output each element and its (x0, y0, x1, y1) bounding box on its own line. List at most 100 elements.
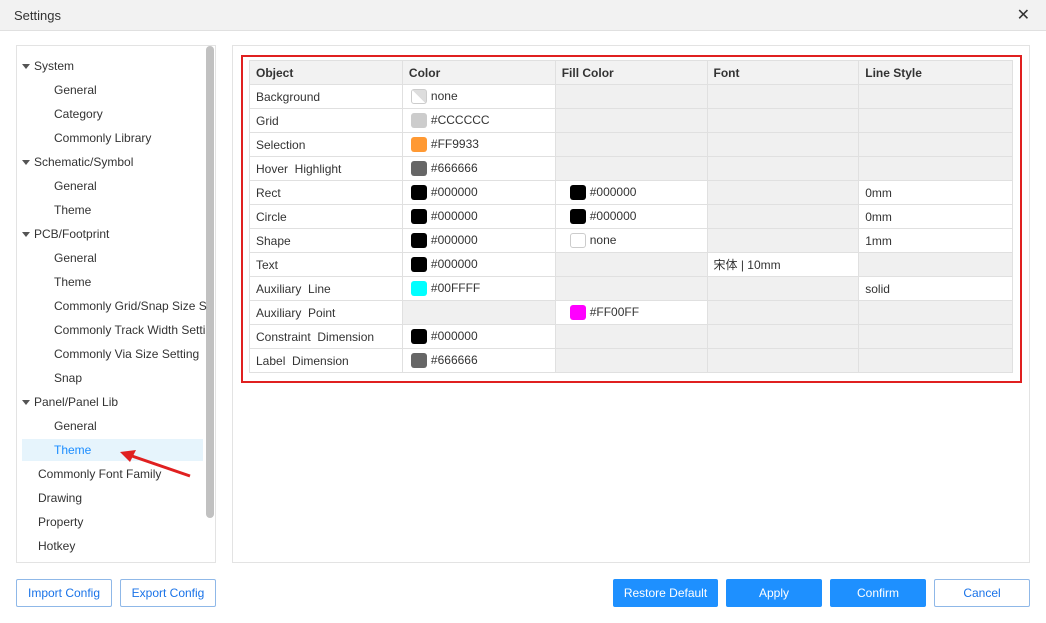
sidebar-item-label: Theme (54, 443, 92, 457)
font-cell (706, 300, 860, 325)
color-swatch[interactable] (410, 257, 427, 273)
font-cell (706, 180, 860, 205)
color-cell[interactable]: #FF9933 (401, 132, 556, 157)
caret-down-icon[interactable] (22, 400, 30, 406)
sidebar-item-commonly-via-size-setting[interactable]: Commonly Via Size Setting (22, 343, 199, 365)
table-row: Label Dimension #666666 (249, 348, 1013, 373)
color-swatch[interactable] (410, 329, 427, 345)
sidebar-item-drawing[interactable]: Drawing (22, 487, 82, 509)
caret-down-icon[interactable] (22, 232, 30, 238)
fill-cell (554, 132, 708, 157)
color-value: #000000 (430, 328, 478, 343)
fill-cell (554, 84, 708, 109)
table-row: Text #000000 宋体 | 10mm (249, 252, 1013, 277)
object-cell: Label Dimension (249, 348, 403, 373)
line-cell (858, 84, 1013, 109)
color-cell[interactable]: #666666 (401, 348, 556, 373)
color-swatch[interactable] (410, 89, 427, 105)
sidebar-item-label: Drawing (38, 491, 83, 505)
color-swatch[interactable] (569, 305, 586, 321)
object-cell: Circle (249, 204, 403, 229)
line-cell (858, 300, 1013, 325)
column-header: Object (249, 60, 403, 85)
color-cell[interactable]: #000000 (401, 180, 556, 205)
color-swatch[interactable] (569, 233, 586, 249)
sidebar-item-label: General (54, 83, 97, 97)
sidebar-item-pcb-footprint[interactable]: PCB/Footprint (22, 223, 109, 245)
fill-cell[interactable]: #000000 (554, 180, 708, 205)
sidebar-item-general[interactable]: General (22, 247, 97, 269)
color-swatch[interactable] (410, 137, 427, 153)
object-cell: Grid (249, 108, 403, 133)
sidebar-item-commonly-library[interactable]: Commonly Library (22, 127, 151, 149)
sidebar-item-general[interactable]: General (22, 415, 97, 437)
color-swatch[interactable] (410, 185, 427, 201)
color-swatch[interactable] (410, 353, 427, 369)
window-title: Settings (14, 8, 61, 23)
sidebar-item-system[interactable]: System (22, 55, 74, 77)
sidebar-item-label: Theme (54, 203, 92, 217)
line-cell[interactable]: 0mm (858, 204, 1013, 229)
sidebar-item-commonly-track-width-setti[interactable]: Commonly Track Width Setti (22, 319, 205, 341)
sidebar-item-label: System (34, 59, 75, 73)
sidebar-item-commonly-grid-snap-size-s[interactable]: Commonly Grid/Snap Size S (22, 295, 207, 317)
confirm-button[interactable]: Confirm (830, 579, 926, 607)
sidebar-item-label: Panel/Panel Lib (34, 395, 119, 409)
color-value: #000000 (430, 232, 478, 247)
fill-cell[interactable]: #FF00FF (554, 300, 708, 325)
sidebar-item-property[interactable]: Property (22, 511, 83, 533)
cancel-button[interactable]: Cancel (934, 579, 1030, 607)
color-swatch[interactable] (410, 281, 427, 297)
color-swatch[interactable] (410, 113, 427, 129)
sidebar-item-theme[interactable]: Theme (22, 271, 91, 293)
line-cell[interactable]: solid (858, 276, 1013, 301)
close-icon[interactable]: ✕ (1017, 5, 1030, 25)
line-value: 0mm (865, 209, 892, 224)
import-config-button[interactable]: Import Config (16, 579, 112, 607)
fill-cell[interactable]: #000000 (554, 204, 708, 229)
sidebar-item-general[interactable]: General (22, 79, 97, 101)
sidebar-item-snap[interactable]: Snap (22, 367, 82, 389)
caret-down-icon[interactable] (22, 160, 30, 166)
line-cell[interactable]: 1mm (858, 228, 1013, 253)
object-cell: Text (249, 252, 403, 277)
color-cell[interactable]: #CCCCCC (401, 108, 556, 133)
font-cell[interactable]: 宋体 | 10mm (706, 252, 860, 277)
font-cell (706, 156, 860, 181)
color-swatch[interactable] (410, 209, 427, 225)
color-cell[interactable]: #000000 (401, 252, 556, 277)
sidebar-item-label: PCB/Footprint (34, 227, 110, 241)
color-swatch[interactable] (410, 161, 427, 177)
apply-button[interactable]: Apply (726, 579, 822, 607)
line-cell[interactable]: 0mm (858, 180, 1013, 205)
sidebar-item-label: Hotkey (38, 539, 76, 553)
sidebar-scrollbar[interactable] (206, 46, 214, 518)
sidebar-item-hotkey[interactable]: Hotkey (22, 535, 75, 557)
color-swatch[interactable] (569, 185, 586, 201)
color-cell[interactable]: #00FFFF (401, 276, 556, 301)
table-row: Selection #FF9933 (249, 132, 1013, 157)
sidebar-item-label: Snap (54, 371, 83, 385)
fill-cell[interactable]: none (554, 228, 708, 253)
caret-down-icon[interactable] (22, 64, 30, 70)
color-value: #000000 (589, 208, 637, 223)
export-config-button[interactable]: Export Config (120, 579, 216, 607)
table-row: Auxiliary Line #00FFFF solid (249, 276, 1013, 301)
restore-default-button[interactable]: Restore Default (613, 579, 718, 607)
font-cell (706, 204, 860, 229)
color-cell[interactable]: none (401, 84, 556, 109)
line-value: solid (865, 281, 890, 296)
table-row: Shape #000000 none 1mm (249, 228, 1013, 253)
sidebar-item-theme[interactable]: Theme (22, 199, 91, 221)
color-cell[interactable]: #666666 (401, 156, 556, 181)
color-value: #CCCCCC (430, 112, 490, 127)
sidebar-item-general[interactable]: General (22, 175, 97, 197)
sidebar-item-schematic-symbol[interactable]: Schematic/Symbol (22, 151, 133, 173)
color-cell[interactable]: #000000 (401, 228, 556, 253)
sidebar-item-category[interactable]: Category (22, 103, 103, 125)
sidebar-item-panel-panel-lib[interactable]: Panel/Panel Lib (22, 391, 118, 413)
color-swatch[interactable] (569, 209, 586, 225)
color-swatch[interactable] (410, 233, 427, 249)
color-cell[interactable]: #000000 (401, 204, 556, 229)
color-cell[interactable]: #000000 (401, 324, 556, 349)
